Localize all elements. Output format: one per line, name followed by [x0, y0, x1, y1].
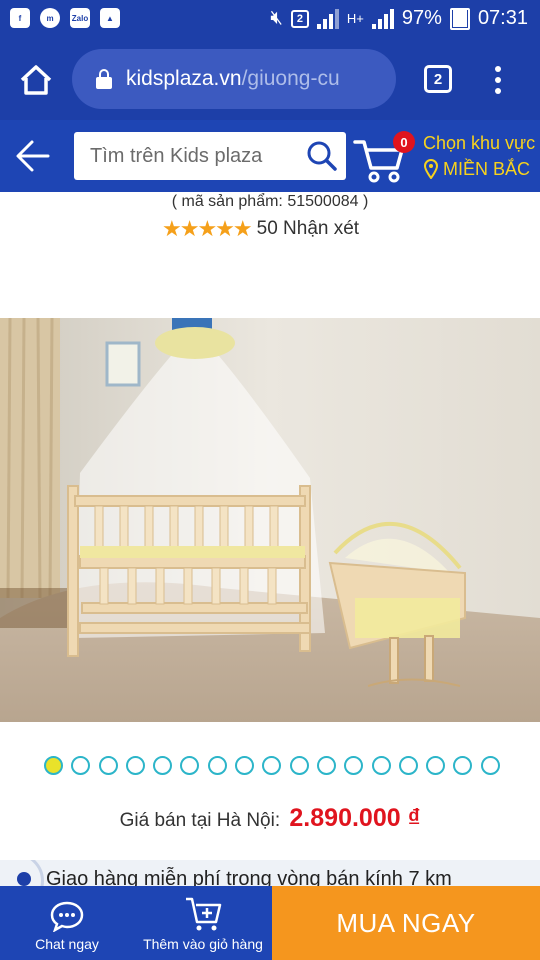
bottom-action-bar: Chat ngay Thêm vào giỏ hàng MUA NGAY	[0, 886, 540, 960]
mute-icon: 🔇︎	[270, 7, 283, 29]
carousel-dot[interactable]	[262, 756, 282, 775]
clock: 07:31	[477, 7, 528, 29]
region-selector[interactable]: Chọn khu vực MIỀN BẮC	[423, 130, 535, 182]
tab-switcher-button[interactable]: 2	[424, 65, 452, 93]
browser-menu-button[interactable]	[488, 64, 508, 96]
bullet-icon	[0, 860, 44, 888]
carousel-dot[interactable]	[44, 756, 63, 775]
url-text: kidsplaza.vn/giuong-cu	[126, 67, 340, 91]
carousel-dot[interactable]	[98, 756, 118, 775]
add-to-cart-label: Thêm vào giỏ hàng	[143, 936, 263, 952]
system-status: 🔇︎ 2 H+ 97% 07:31	[270, 7, 528, 30]
search-input[interactable]	[90, 144, 300, 168]
notification-icons: f m Zalo ▲	[10, 8, 120, 28]
search-icon[interactable]	[304, 138, 340, 174]
lock-icon	[96, 69, 112, 89]
address-bar[interactable]: kidsplaza.vn/giuong-cu	[72, 49, 396, 109]
browser-toolbar: kidsplaza.vn/giuong-cu 2	[0, 38, 540, 120]
carousel-dot[interactable]	[289, 756, 309, 775]
buy-now-button[interactable]: MUA NGAY	[272, 886, 540, 960]
image-carousel-dots	[44, 756, 500, 775]
image-icon: ▲	[100, 8, 120, 28]
status-bar: f m Zalo ▲ 🔇︎ 2 H+ 97% 07:31	[0, 0, 540, 38]
sim-badge: 2	[290, 9, 309, 28]
shipping-text: Giao hàng miễn phí trong vòng bán kính 7…	[46, 868, 452, 888]
carousel-dot[interactable]	[426, 756, 446, 775]
home-icon	[20, 65, 52, 95]
carousel-dot[interactable]	[316, 756, 336, 775]
carousel-dot[interactable]	[180, 756, 200, 775]
battery-percent: 97%	[401, 7, 442, 29]
facebook-icon: f	[10, 8, 30, 28]
carousel-dot[interactable]	[480, 756, 500, 775]
location-pin-icon	[423, 159, 439, 179]
carousel-dot[interactable]	[125, 756, 145, 775]
url-path: /giuong-cu	[241, 67, 340, 90]
messenger-icon: m	[40, 8, 60, 28]
chat-button[interactable]: Chat ngay	[0, 886, 134, 960]
review-count[interactable]: 50 Nhận xét	[257, 218, 359, 240]
battery-icon	[449, 7, 470, 30]
product-rating[interactable]: ★★★★★ 50 Nhận xét	[162, 216, 359, 242]
carousel-dot[interactable]	[153, 756, 173, 775]
carousel-dot[interactable]	[371, 756, 391, 775]
back-arrow-icon	[16, 140, 50, 172]
chat-icon	[50, 901, 84, 932]
region-label: Chọn khu vực	[423, 133, 536, 153]
signal-icon-2	[371, 8, 394, 29]
carousel-dot[interactable]	[344, 756, 364, 775]
crib-photo	[0, 318, 540, 722]
price-label: Giá bán tại Hà Nội:	[119, 810, 281, 831]
carousel-dot[interactable]	[235, 756, 255, 775]
carousel-dot[interactable]	[398, 756, 418, 775]
network-type: H+	[346, 11, 364, 26]
search-box[interactable]	[74, 132, 346, 180]
carousel-dot[interactable]	[207, 756, 227, 775]
back-button[interactable]	[14, 138, 52, 174]
carousel-dot[interactable]	[71, 756, 91, 775]
cart-plus-icon	[186, 897, 222, 931]
product-image[interactable]	[0, 318, 540, 722]
chat-label: Chat ngay	[35, 936, 99, 952]
zalo-icon: Zalo	[70, 8, 90, 28]
cart-count-badge: 0	[393, 131, 415, 153]
signal-icon	[316, 8, 339, 29]
price-value: 2.890.000 ₫	[289, 804, 421, 832]
home-button[interactable]	[16, 60, 56, 100]
price-row: Giá bán tại Hà Nội: 2.890.000 ₫	[0, 804, 540, 833]
product-code: ( mã sản phẩm: 51500084 )	[171, 193, 369, 210]
shipping-note: Giao hàng miễn phí trong vòng bán kính 7…	[0, 860, 540, 888]
add-to-cart-button[interactable]: Thêm vào giỏ hàng	[134, 886, 272, 960]
region-value: MIỀN BẮC	[443, 159, 531, 179]
carousel-dot[interactable]	[453, 756, 473, 775]
url-domain: kidsplaza.vn	[126, 67, 242, 90]
rating-stars: ★★★★★	[162, 216, 253, 241]
